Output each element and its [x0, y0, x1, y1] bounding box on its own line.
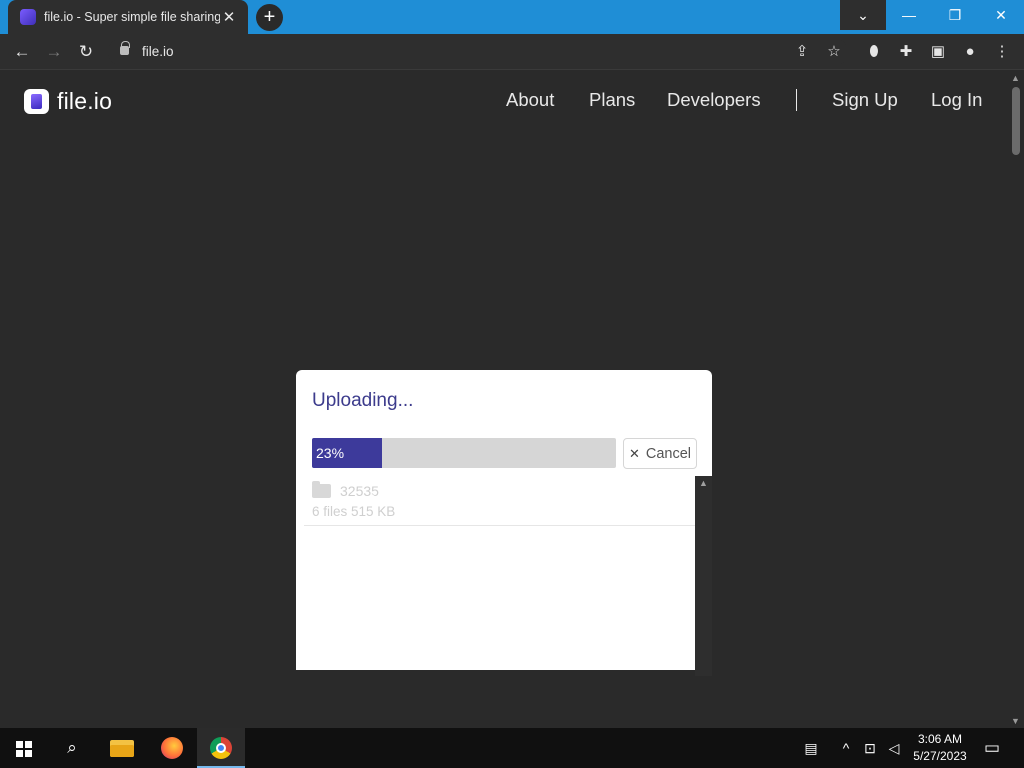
bookmark-star-icon[interactable]: ☆	[821, 39, 847, 65]
upload-title: Uploading...	[312, 390, 414, 411]
scroll-up-arrow-icon[interactable]: ▲	[699, 478, 708, 488]
forward-icon[interactable]: →	[41, 39, 67, 65]
nav-plans[interactable]: Plans	[589, 89, 635, 111]
list-item[interactable]: 32535 6 files 515 KB	[304, 476, 695, 526]
profile-icon[interactable]: ●	[957, 39, 983, 65]
tab-search-button[interactable]: ⌄	[840, 0, 886, 30]
restore-button[interactable]: ❐	[932, 0, 978, 30]
volume-icon[interactable]: ◁	[884, 728, 904, 768]
firefox-button[interactable]	[148, 728, 196, 768]
logo-text: file.io	[57, 88, 113, 114]
close-window-button[interactable]: ✕	[978, 0, 1024, 30]
system-clock[interactable]: 3:06 AM 5/27/2023	[908, 731, 972, 765]
upload-progress-bar: 23%	[312, 438, 616, 468]
new-tab-button[interactable]: +	[256, 4, 283, 31]
page-scrollbar[interactable]: ▲ ▼	[1008, 71, 1024, 728]
side-panel-icon[interactable]: ▣	[925, 39, 951, 65]
nav-about[interactable]: About	[506, 89, 554, 111]
chrome-button[interactable]	[197, 728, 245, 768]
windows-logo-icon	[16, 741, 32, 757]
news-icon[interactable]: ▤	[796, 728, 826, 768]
nav-divider	[796, 89, 797, 111]
back-icon[interactable]: ←	[9, 39, 35, 65]
browser-tab-fileio[interactable]: file.io - Super simple file sharing ✕	[8, 0, 248, 34]
share-icon[interactable]: ⇪	[789, 39, 815, 65]
nav-developers[interactable]: Developers	[667, 89, 761, 111]
firefox-icon	[161, 737, 183, 759]
notifications-icon[interactable]: ▭	[980, 728, 1004, 768]
chrome-icon	[210, 737, 232, 759]
tab-close-icon[interactable]: ✕	[220, 8, 238, 26]
scrollbar-thumb[interactable]	[1012, 87, 1020, 155]
scroll-down-arrow-icon[interactable]: ▼	[1011, 716, 1020, 726]
extensions-puzzle-icon[interactable]: ✚	[893, 39, 919, 65]
start-button[interactable]	[0, 728, 48, 768]
tab-strip: file.io - Super simple file sharing ✕ + …	[0, 0, 1024, 34]
clock-time: 3:06 AM	[917, 732, 963, 746]
network-icon[interactable]: ⊡	[860, 728, 880, 768]
extension-icon[interactable]: ⬮	[861, 39, 887, 65]
nav-log-in[interactable]: Log In	[931, 89, 982, 111]
file-explorer-icon	[110, 740, 134, 757]
site-logo[interactable]: file.io	[24, 88, 112, 115]
cancel-upload-button[interactable]: ✕ Cancel	[623, 438, 697, 469]
search-icon[interactable]: ⌕	[48, 728, 96, 768]
address-bar[interactable]: file.io	[108, 38, 848, 66]
reload-icon[interactable]: ↻	[73, 39, 99, 65]
fileio-favicon-icon	[20, 9, 36, 25]
close-icon: ✕	[628, 445, 640, 461]
lock-icon[interactable]	[120, 41, 130, 55]
file-explorer-button[interactable]	[98, 728, 146, 768]
tab-title: file.io - Super simple file sharing	[44, 10, 220, 24]
clock-date: 5/27/2023	[913, 749, 967, 763]
nav-sign-up[interactable]: Sign Up	[832, 89, 898, 111]
folder-meta: 6 files 515 KB	[312, 504, 396, 519]
url-text[interactable]: file.io	[142, 44, 174, 59]
progress-label: 23%	[316, 445, 345, 461]
taskbar: ⌕ ▤ ^ ⊡ ◁ 3:06 AM 5/27/2023 ▭	[0, 728, 1024, 768]
scroll-up-arrow-icon[interactable]: ▲	[1011, 73, 1020, 83]
minimize-button[interactable]: —	[886, 0, 932, 30]
upload-dialog: Uploading... 23% ✕ Cancel 32535 6 files …	[296, 370, 712, 676]
file-list-scrollbar[interactable]: ▲	[695, 476, 712, 676]
cancel-label: Cancel	[645, 445, 692, 462]
tray-chevron-icon[interactable]: ^	[836, 728, 856, 768]
folder-icon	[312, 481, 331, 498]
browser-menu-icon[interactable]: ⋮	[989, 39, 1015, 65]
upload-file-list: 32535 6 files 515 KB	[304, 476, 695, 676]
fileio-logo-icon	[24, 89, 49, 114]
browser-toolbar: ← → ↻ file.io ⇪ ☆ ⬮ ✚ ▣ ● ⋮	[0, 34, 1024, 70]
